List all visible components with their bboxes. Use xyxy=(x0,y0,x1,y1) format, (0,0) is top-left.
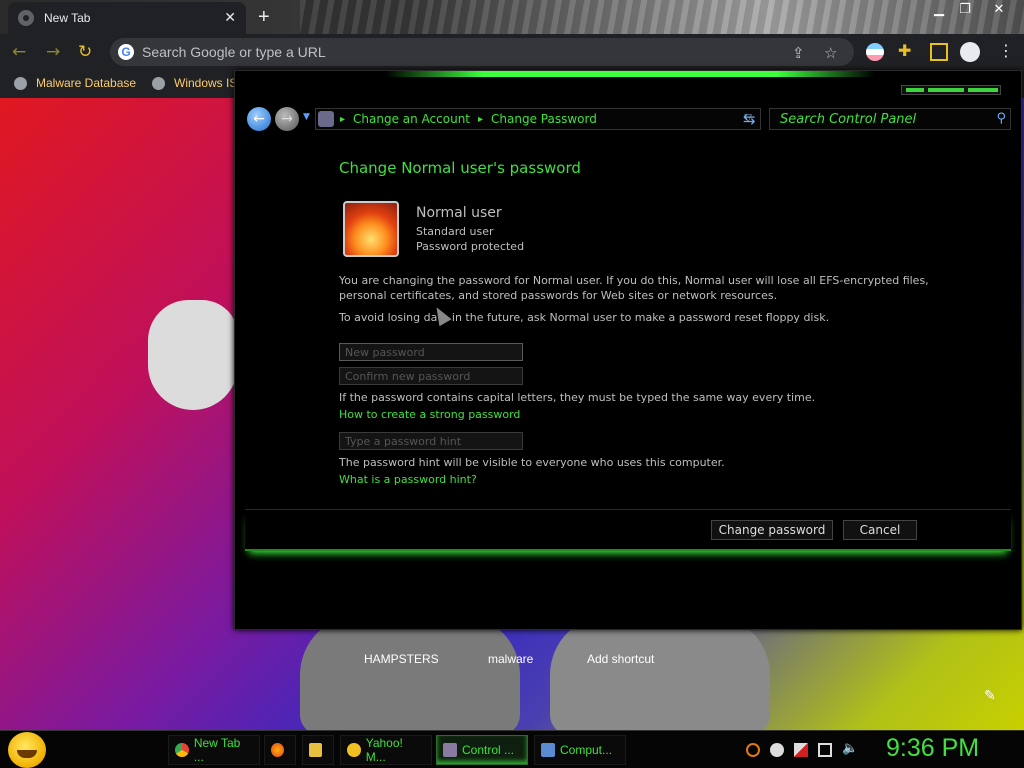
floppy-disk-text: To avoid losing data in the future, ask … xyxy=(339,311,830,324)
breadcrumb-change-password[interactable]: Change Password xyxy=(491,112,597,126)
password-hint-link[interactable]: What is a password hint? xyxy=(339,473,477,486)
search-icon[interactable]: ⚲ xyxy=(996,111,1006,126)
forward-button-icon[interactable]: → xyxy=(275,107,299,131)
smiley-icon xyxy=(347,743,361,757)
volume-icon[interactable]: 🔈 xyxy=(842,741,858,756)
task-control-panel[interactable]: Control ... xyxy=(436,735,528,765)
action-center-flag-icon[interactable] xyxy=(794,743,808,757)
password-hint-field[interactable] xyxy=(339,432,523,450)
hint-info-text: The password hint will be visible to eve… xyxy=(339,456,725,469)
refresh-icon[interactable]: ⇆ xyxy=(743,110,756,128)
side-panel-icon[interactable] xyxy=(930,43,948,61)
shortcut-malware[interactable]: malware xyxy=(488,652,533,666)
new-password-field[interactable] xyxy=(339,343,523,361)
share-icon[interactable]: ⇪ xyxy=(792,44,805,62)
back-arrow-icon[interactable]: ← xyxy=(12,42,26,62)
bookmark-malware-database[interactable]: Malware Database xyxy=(14,76,136,90)
change-password-button[interactable]: Change password xyxy=(711,520,833,540)
bookmark-label: Windows IS xyxy=(174,76,238,90)
cp-maximize-icon[interactable] xyxy=(928,88,964,92)
cp-minimize-icon[interactable] xyxy=(906,88,924,92)
main-content: Change Normal user's password Normal use… xyxy=(339,159,979,486)
efs-warning-text: You are changing the password for Normal… xyxy=(339,274,929,302)
button-bar: Change password Cancel xyxy=(245,509,1011,551)
close-window-icon[interactable]: ✕ xyxy=(990,2,1008,17)
control-panel-window: ← → ▼ ▸ Change an Account ▸ Change Passw… xyxy=(234,70,1022,630)
control-panel-icon xyxy=(443,743,457,757)
task-label: New Tab ... xyxy=(193,736,241,764)
breadcrumb[interactable]: ▸ Change an Account ▸ Change Password ▽ xyxy=(315,108,761,130)
restore-icon[interactable]: ❐ xyxy=(956,2,974,17)
user-type: Standard user xyxy=(416,225,494,238)
cartoon-shoe-left-image xyxy=(300,615,520,735)
address-bar: ← → ▼ ▸ Change an Account ▸ Change Passw… xyxy=(247,107,1011,131)
omnibox[interactable]: G Search Google or type a URL ⇪ ☆ xyxy=(110,38,854,66)
tab-close-icon[interactable]: ✕ xyxy=(224,10,236,26)
tab-new-tab[interactable]: New Tab ✕ xyxy=(8,2,246,34)
taskbar: New Tab ... Yahoo! M... Control ... Comp… xyxy=(0,730,1024,768)
globe-icon xyxy=(14,76,27,90)
user-accounts-icon xyxy=(318,111,334,127)
cartoon-shoe-right-image xyxy=(550,615,770,735)
forward-arrow-icon[interactable]: → xyxy=(46,42,60,62)
window-top-glow xyxy=(385,71,875,77)
task-new-tab[interactable]: New Tab ... xyxy=(168,735,260,765)
task-label: Control ... xyxy=(462,743,515,757)
extensions-icon[interactable]: ✚ xyxy=(898,41,916,60)
bookmark-star-icon[interactable]: ☆ xyxy=(824,44,837,62)
reload-icon[interactable]: ↻ xyxy=(78,42,92,62)
minimize-icon[interactable]: ▁ xyxy=(930,2,948,17)
tab-title: New Tab xyxy=(44,11,91,25)
task-explorer[interactable] xyxy=(302,735,334,765)
cartoon-hand-image xyxy=(148,300,238,410)
strong-password-link[interactable]: How to create a strong password xyxy=(339,408,520,421)
folder-icon xyxy=(309,743,322,757)
messenger-tray-icon[interactable] xyxy=(770,743,784,757)
computer-icon xyxy=(541,743,555,757)
network-icon[interactable] xyxy=(818,743,832,757)
menu-dots-icon[interactable]: ⋮ xyxy=(998,41,1016,60)
firefox-icon xyxy=(271,743,284,757)
user-picture-flower-icon xyxy=(343,201,399,257)
omnibox-placeholder: Search Google or type a URL xyxy=(142,44,326,60)
breadcrumb-chevron-icon[interactable]: ▸ xyxy=(340,114,345,125)
search-tray-icon[interactable] xyxy=(746,743,760,757)
shortcut-hampsters[interactable]: HAMPSTERS xyxy=(364,652,439,666)
breadcrumb-change-account[interactable]: Change an Account xyxy=(353,112,470,126)
cp-close-icon[interactable] xyxy=(968,88,998,92)
confirm-password-field[interactable] xyxy=(339,367,523,385)
task-label: Comput... xyxy=(560,743,613,757)
task-firefox[interactable] xyxy=(264,735,296,765)
recent-pages-dropdown-icon[interactable]: ▼ xyxy=(303,112,310,122)
google-icon: G xyxy=(118,44,134,60)
search-control-panel[interactable]: ⚲ xyxy=(769,108,1011,130)
profile-flag-icon[interactable] xyxy=(866,43,884,61)
customize-pencil-icon[interactable]: ✎ xyxy=(984,688,996,704)
user-name: Normal user xyxy=(416,205,502,221)
task-yahoo[interactable]: Yahoo! M... xyxy=(340,735,432,765)
caps-info-text: If the password contains capital letters… xyxy=(339,391,816,404)
window-caption-buttons[interactable] xyxy=(901,85,1001,95)
breadcrumb-chevron-icon[interactable]: ▸ xyxy=(478,114,483,125)
task-computer[interactable]: Comput... xyxy=(534,735,626,765)
start-smiley-icon[interactable] xyxy=(8,732,46,768)
page-title: Change Normal user's password xyxy=(339,159,581,177)
new-tab-button[interactable]: + xyxy=(258,6,270,29)
chrome-icon xyxy=(175,743,189,757)
task-label: Yahoo! M... xyxy=(365,736,403,764)
chrome-icon xyxy=(18,10,34,26)
clock[interactable]: 9:36 PM xyxy=(886,734,979,763)
browser-toolbar: ← → ↻ G Search Google or type a URL ⇪ ☆ … xyxy=(0,34,1024,70)
bookmark-windows[interactable]: Windows IS xyxy=(152,76,237,90)
user-protection: Password protected xyxy=(416,240,525,253)
search-input[interactable] xyxy=(780,111,980,127)
account-avatar-icon[interactable] xyxy=(960,42,980,62)
back-button-icon[interactable]: ← xyxy=(247,107,271,131)
bookmark-label: Malware Database xyxy=(36,76,137,90)
cancel-button[interactable]: Cancel xyxy=(843,520,917,540)
globe-icon xyxy=(152,76,165,90)
shortcut-add[interactable]: Add shortcut xyxy=(587,652,654,666)
